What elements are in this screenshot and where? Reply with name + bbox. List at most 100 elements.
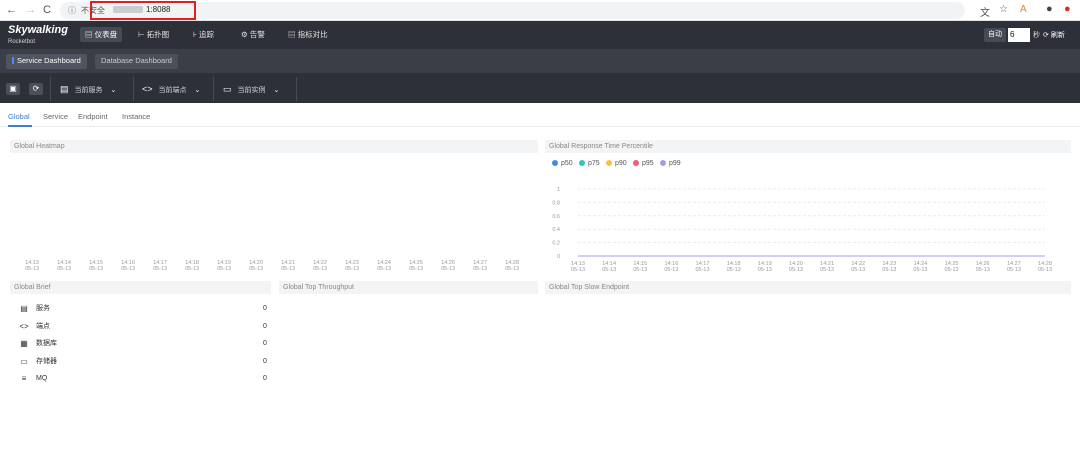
selector-toolbar: ▣ ⟳ ▤ 当前服务 ⌄ <> 当前端点 ⌄ ▭ 当前实例 ⌄ bbox=[0, 73, 1080, 103]
legend-label: p90 bbox=[615, 160, 627, 167]
brief-value: 0 bbox=[263, 340, 267, 347]
legend-item[interactable]: p75 bbox=[579, 160, 600, 167]
service-icon: ▤ bbox=[20, 304, 28, 313]
service-selector[interactable]: ▤ 当前服务 ⌄ bbox=[60, 81, 116, 98]
legend-label: p99 bbox=[669, 160, 681, 167]
nav-trace[interactable]: ⊦ 追踪 bbox=[188, 27, 219, 42]
bookmark-star-icon[interactable]: ☆ bbox=[999, 4, 1008, 15]
legend-dot bbox=[606, 160, 612, 166]
y-tick-label: 0.8 bbox=[552, 200, 560, 206]
forward-icon[interactable]: → bbox=[25, 4, 36, 16]
heatmap-tick-label: 14:16 05-13 bbox=[120, 260, 136, 272]
back-icon[interactable]: ← bbox=[6, 4, 17, 16]
trace-icon: ⊦ bbox=[193, 30, 197, 39]
x-tick-label: 05-13 bbox=[976, 267, 990, 273]
tab-endpoint[interactable]: Endpoint bbox=[78, 112, 108, 121]
lock-icon[interactable]: ▣ bbox=[6, 83, 20, 95]
y-tick-label: 0.2 bbox=[552, 241, 560, 247]
tab-service-dashboard[interactable]: Service Dashboard bbox=[6, 54, 87, 69]
logo: Skywalking bbox=[8, 24, 68, 36]
dashboard-tabs: Service Dashboard Database Dashboard bbox=[0, 49, 1080, 73]
brief-title: Global Brief bbox=[10, 281, 271, 294]
chevron-down-icon: ⌄ bbox=[273, 87, 280, 94]
topology-icon: ⊢ bbox=[138, 30, 145, 39]
tab-global[interactable]: Global bbox=[8, 112, 30, 121]
page-tabs: Global Service Endpoint Instance bbox=[0, 103, 1080, 127]
heatmap-tick-label: 14:24 05-13 bbox=[376, 260, 392, 272]
refresh-icon: ⟳ bbox=[1043, 32, 1049, 39]
instance-icon: ▭ bbox=[223, 84, 232, 94]
nav-label: 追踪 bbox=[199, 30, 214, 39]
brief-label: 服务 bbox=[36, 305, 50, 312]
refresh-label: 刷新 bbox=[1050, 32, 1065, 39]
nav-alarm[interactable]: ⚙ 告警 bbox=[236, 27, 270, 42]
endpoint-selector[interactable]: <> 当前端点 ⌄ bbox=[142, 81, 200, 98]
extension-icon[interactable]: A bbox=[1020, 4, 1027, 15]
browser-toolbar: ← → C ⓘ 不安全 1:8088 文 ☆ A ● ● bbox=[0, 0, 1080, 21]
legend-label: p95 bbox=[642, 160, 654, 167]
auto-refresh-toggle[interactable]: 自动 bbox=[984, 28, 1006, 42]
brief-row: ▦ 数据库 0 bbox=[18, 338, 273, 350]
nav-topology[interactable]: ⊢ 拓扑图 bbox=[133, 27, 174, 42]
heatmap-tick-label: 14:26 05-13 bbox=[440, 260, 456, 272]
app-header: Skywalking Rocketbot ▤ 仪表盘 ⊢ 拓扑图 ⊦ 追踪 ⚙ … bbox=[0, 21, 1080, 49]
database-icon: ▦ bbox=[20, 339, 28, 348]
x-tick-label: 05-13 bbox=[571, 267, 585, 273]
tab-service[interactable]: Service bbox=[43, 112, 68, 121]
percentile-chart: 10.80.60.40.2014:1305-1314:1405-1314:150… bbox=[552, 187, 1052, 273]
interval-unit: 秒 bbox=[1033, 32, 1040, 39]
info-icon[interactable]: ⓘ bbox=[68, 5, 76, 16]
reload-icon[interactable]: C bbox=[43, 4, 51, 16]
heatmap-tick-label: 14:22 05-13 bbox=[312, 260, 328, 272]
chevron-down-icon: ⌄ bbox=[110, 87, 117, 94]
service-icon: ▤ bbox=[60, 84, 69, 94]
brief-label: MQ bbox=[36, 375, 48, 382]
translate-icon[interactable]: 文 bbox=[980, 4, 990, 19]
metrics-compare-icon: ▤ bbox=[288, 30, 296, 39]
legend-item[interactable]: p50 bbox=[552, 160, 573, 167]
brief-label: 端点 bbox=[36, 322, 50, 330]
tab-instance[interactable]: Instance bbox=[122, 112, 150, 121]
throughput-title: Global Top Throughput bbox=[279, 281, 538, 294]
nav-metrics-compare[interactable]: ▤ 指标对比 bbox=[283, 27, 333, 42]
profile-icon[interactable]: ● bbox=[1046, 3, 1053, 15]
alarm-icon: ⚙ bbox=[241, 30, 248, 39]
brief-value: 0 bbox=[263, 322, 267, 330]
divider bbox=[296, 77, 297, 101]
selector-label: 当前实例 bbox=[237, 87, 266, 94]
endpoint-icon: <> bbox=[142, 84, 153, 94]
x-tick-label: 05-13 bbox=[727, 267, 741, 273]
heatmap-tick-label: 14:18 05-13 bbox=[184, 260, 200, 272]
heatmap-tick-label: 14:20 05-13 bbox=[248, 260, 264, 272]
brief-label: 存储器 bbox=[36, 357, 57, 365]
legend-item[interactable]: p99 bbox=[660, 160, 681, 167]
selector-label: 当前端点 bbox=[158, 87, 187, 94]
legend-label: p50 bbox=[561, 160, 573, 167]
legend-dot bbox=[579, 160, 585, 166]
update-icon[interactable]: ● bbox=[1064, 3, 1071, 15]
nav-dashboard[interactable]: ▤ 仪表盘 bbox=[80, 27, 123, 42]
x-tick-label: 05-13 bbox=[1038, 267, 1052, 273]
x-tick-label: 05-13 bbox=[882, 267, 896, 273]
heatmap-tick-label: 14:19 05-13 bbox=[216, 260, 232, 272]
logo-subtitle: Rocketbot bbox=[8, 39, 36, 45]
legend-dot bbox=[633, 160, 639, 166]
brief-value: 0 bbox=[263, 357, 267, 365]
brief-value: 0 bbox=[263, 305, 267, 312]
reload-dashboard-icon[interactable]: ⟳ bbox=[29, 83, 43, 95]
legend-item[interactable]: p90 bbox=[606, 160, 627, 167]
endpoint-icon: <> bbox=[19, 321, 29, 331]
divider bbox=[213, 77, 214, 101]
x-tick-label: 05-13 bbox=[789, 267, 803, 273]
highlight-box bbox=[90, 1, 196, 20]
refresh-interval-input[interactable]: 6 bbox=[1008, 28, 1030, 42]
tab-database-dashboard[interactable]: Database Dashboard bbox=[95, 54, 178, 69]
x-tick-label: 05-13 bbox=[1007, 267, 1021, 273]
instance-selector[interactable]: ▭ 当前实例 ⌄ bbox=[223, 81, 279, 98]
x-tick-label: 05-13 bbox=[758, 267, 772, 273]
selector-label: 当前服务 bbox=[74, 87, 103, 94]
legend-item[interactable]: p95 bbox=[633, 160, 654, 167]
active-tab-indicator bbox=[8, 125, 32, 127]
legend-label: p75 bbox=[588, 160, 600, 167]
refresh-button[interactable]: ⟳ 刷新 bbox=[1043, 30, 1065, 40]
